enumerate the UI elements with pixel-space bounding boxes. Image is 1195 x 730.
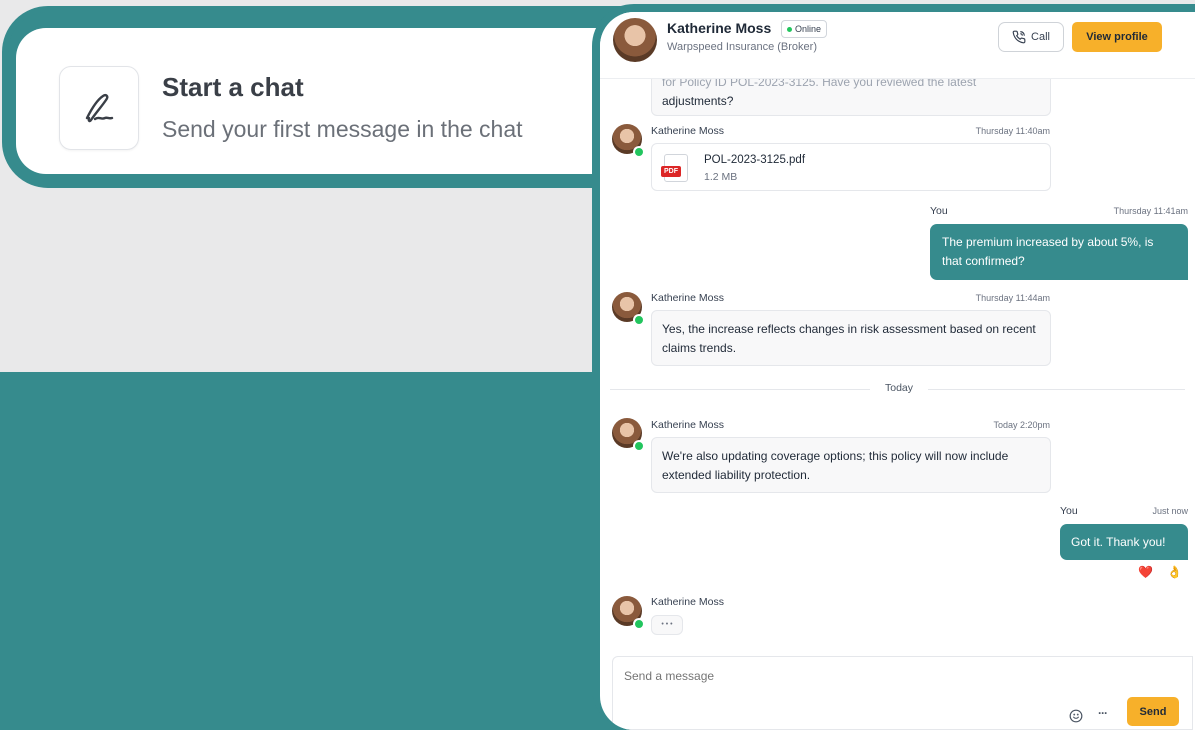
message-bubble: Yes, the increase reflects changes in ri…	[651, 310, 1051, 366]
start-chat-card-inner[interactable]: Start a chat Send your first message in …	[16, 28, 686, 174]
pdf-file-icon: PDF	[661, 154, 688, 182]
message-bubble-you: Got it. Thank you!	[1060, 524, 1188, 560]
message-partial-line2: adjustments?	[662, 94, 734, 108]
message-time: Today 2:20pm	[993, 420, 1050, 430]
message-bubble-you: The premium increased by about 5%, is th…	[930, 224, 1188, 280]
file-size: 1.2 MB	[704, 171, 738, 183]
message-sender: Katherine Moss	[651, 596, 724, 608]
start-chat-title: Start a chat	[162, 72, 304, 102]
message-time: Thursday 11:41am	[1113, 206, 1188, 216]
online-dot-icon	[633, 314, 645, 326]
send-button[interactable]: Send	[1127, 697, 1179, 726]
ok-hand-reaction-icon[interactable]: 👌	[1167, 565, 1182, 579]
divider	[928, 389, 1185, 390]
divider	[610, 389, 870, 390]
online-dot-icon	[633, 618, 645, 630]
file-attachment[interactable]: PDF POL-2023-3125.pdf 1.2 MB	[651, 143, 1051, 191]
online-dot-icon	[787, 26, 792, 32]
chat-header: Katherine Moss Online Warpspeed Insuranc…	[600, 12, 1195, 79]
status-text: Online	[795, 24, 822, 34]
start-chat-card: Start a chat Send your first message in …	[2, 6, 692, 188]
start-chat-subtitle: Send your first message in the chat	[162, 116, 523, 142]
typing-indicator: • • •	[651, 615, 683, 635]
chat-window: for Policy ID POL-2023-3125. Have you re…	[600, 12, 1195, 730]
emoji-icon[interactable]	[1069, 709, 1083, 728]
view-profile-button[interactable]: View profile	[1072, 22, 1162, 52]
status-badge: Online	[781, 20, 828, 38]
more-options-icon[interactable]: ···	[1098, 706, 1108, 720]
call-button-label: Call	[1031, 31, 1050, 43]
message-bubble: We're also updating coverage options; th…	[651, 437, 1051, 493]
heart-reaction-icon[interactable]: ❤️	[1138, 565, 1153, 579]
phone-icon	[1012, 30, 1026, 44]
online-dot-icon	[633, 440, 645, 452]
message-sender: Katherine Moss	[651, 292, 724, 304]
pdf-badge: PDF	[661, 166, 681, 177]
message-sender: You	[930, 205, 948, 217]
message-time: Thursday 11:44am	[975, 293, 1050, 303]
message-time: Thursday 11:40am	[975, 126, 1050, 136]
message-input[interactable]	[622, 665, 1126, 687]
online-dot-icon	[633, 146, 645, 158]
message-sender: Katherine Moss	[651, 419, 724, 431]
contact-company: Warpspeed Insurance (Broker)	[667, 41, 817, 53]
message-sender: Katherine Moss	[651, 125, 724, 137]
contact-name: Katherine Moss	[667, 20, 772, 36]
date-divider-label: Today	[884, 382, 914, 394]
file-name: POL-2023-3125.pdf	[704, 154, 806, 166]
message-time: Just now	[1152, 506, 1188, 516]
chat-panel: for Policy ID POL-2023-3125. Have you re…	[592, 4, 1195, 730]
message-sender: You	[1060, 505, 1078, 517]
call-button[interactable]: Call	[998, 22, 1064, 52]
signature-icon	[59, 66, 139, 150]
avatar[interactable]	[613, 18, 657, 62]
